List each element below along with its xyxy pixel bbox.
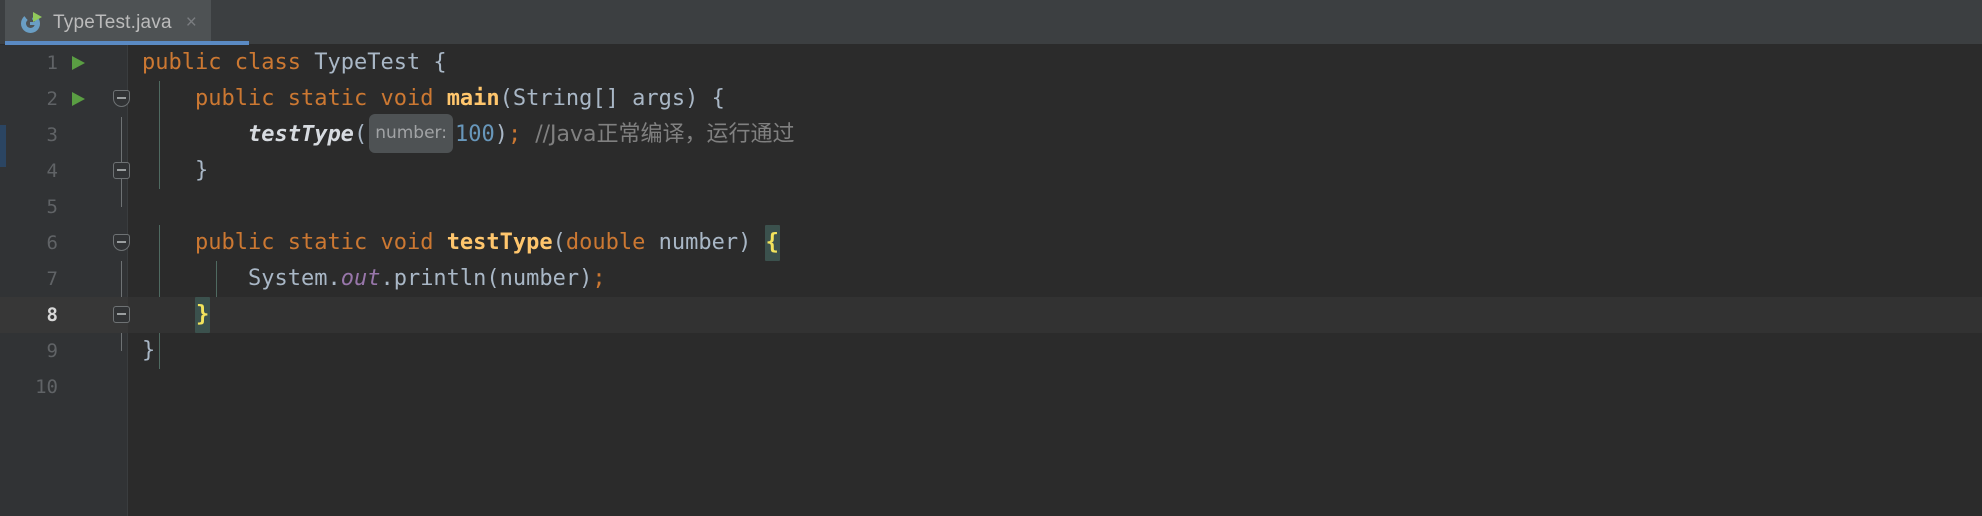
tab-label: TypeTest.java (53, 11, 172, 33)
editor-line-8[interactable]: 8 } (0, 297, 1982, 333)
fold-marker-icon[interactable] (113, 234, 130, 251)
editor-line-9[interactable]: 9 } (0, 333, 1982, 369)
editor-line-5[interactable]: 5 (0, 189, 1982, 225)
matching-brace-close: } (194, 297, 211, 333)
line-number[interactable]: 6 (0, 225, 58, 261)
line-number[interactable]: 7 (0, 261, 58, 297)
line-number[interactable]: 1 (0, 45, 58, 81)
fold-marker-icon[interactable] (113, 162, 130, 179)
code-editor[interactable]: 1 public class TypeTest { 2 public stati… (0, 45, 1982, 516)
fold-marker-icon[interactable] (113, 306, 130, 323)
code-line-text: testType(number: 100); //Java正常编译，运行通过 (142, 113, 795, 153)
tab-typetest-java[interactable]: TypeTest.java × (5, 0, 211, 45)
editor-line-3[interactable]: 3 testType(number: 100); //Java正常编译，运行通过 (0, 113, 1982, 153)
line-number[interactable]: 5 (0, 189, 58, 225)
line-number[interactable]: 8 (0, 297, 58, 333)
code-line-text: } (142, 297, 211, 333)
matching-brace-open: { (764, 225, 780, 261)
line-number[interactable]: 3 (0, 117, 58, 153)
editor-tab-bar: TypeTest.java × (0, 0, 1982, 45)
parameter-name-hint: number: (369, 113, 453, 153)
code-line-text: public class TypeTest { (142, 50, 447, 75)
line-number[interactable]: 4 (0, 153, 58, 189)
code-line-text: } (142, 338, 156, 363)
java-runnable-class-icon (21, 11, 43, 34)
editor-line-1[interactable]: 1 public class TypeTest { (0, 45, 1982, 81)
line-number[interactable]: 10 (0, 369, 58, 405)
run-arrow-icon[interactable] (72, 56, 85, 70)
close-icon[interactable]: × (186, 13, 197, 32)
editor-line-6[interactable]: 6 public static void testType(double num… (0, 225, 1982, 261)
code-line-text: System. out .println(number); (247, 266, 606, 291)
code-line-text: public static void testType(double numbe… (142, 225, 780, 261)
editor-line-2[interactable]: 2 public static void main(String[] args)… (0, 81, 1982, 117)
editor-line-7[interactable]: 7 System. out .println(number); (0, 261, 1982, 297)
run-arrow-icon[interactable] (72, 92, 85, 106)
code-line-text: } (142, 158, 209, 183)
line-number[interactable]: 2 (0, 81, 58, 117)
editor-line-10[interactable]: 10 (0, 369, 1982, 405)
fold-marker-icon[interactable] (113, 90, 130, 107)
editor-line-4[interactable]: 4 } (0, 153, 1982, 189)
code-line-text: public static void main(String[] args) { (194, 86, 725, 111)
line-number[interactable]: 9 (0, 333, 58, 369)
